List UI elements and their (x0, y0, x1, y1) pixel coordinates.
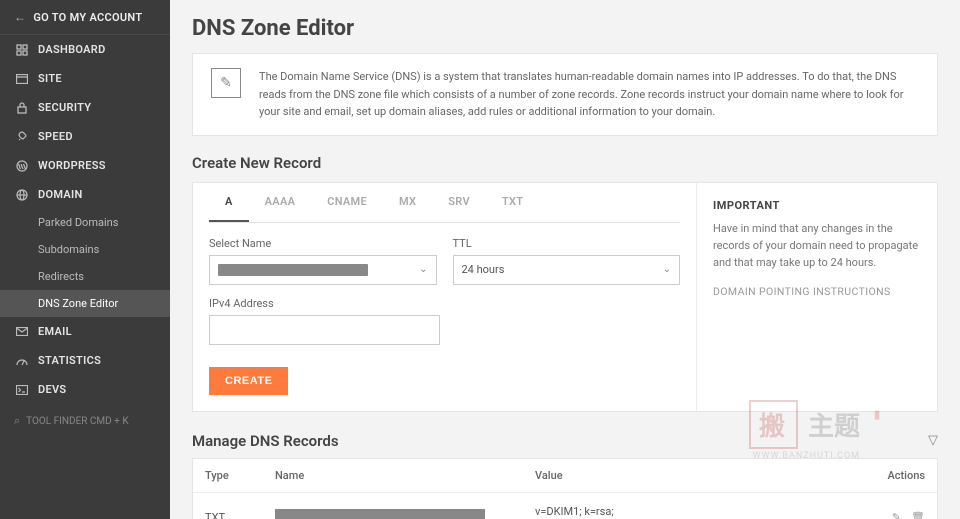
chevron-down-icon: ⌄ (419, 264, 427, 275)
ttl-label: TTL (453, 237, 681, 250)
arrow-left-icon: ← (14, 10, 26, 24)
redacted-value (218, 264, 368, 276)
info-text: The Domain Name Service (DNS) is a syste… (259, 68, 919, 121)
window-icon (14, 73, 30, 85)
col-value: Value (523, 459, 857, 493)
ttl-value: 24 hours (462, 263, 505, 276)
search-icon: ⌕ (14, 414, 20, 428)
sidebar-item-security[interactable]: SECURITY (0, 93, 170, 122)
delete-icon[interactable]: 🗑 (911, 511, 925, 519)
create-button[interactable]: CREATE (209, 367, 288, 395)
sidebar-item-devs[interactable]: DEVS (0, 375, 170, 404)
important-heading: IMPORTANT (713, 199, 921, 212)
select-name-label: Select Name (209, 237, 437, 250)
ipv4-label: IPv4 Address (209, 297, 440, 310)
sidebar-item-label: DOMAIN (38, 188, 83, 201)
tab-aaaa[interactable]: AAAA (249, 183, 312, 222)
ttl-dropdown[interactable]: 24 hours ⌄ (453, 255, 681, 285)
sidebar-item-speed[interactable]: SPEED (0, 122, 170, 151)
sidebar-item-label: STATISTICS (38, 354, 101, 367)
sidebar-item-label: SECURITY (38, 101, 91, 114)
select-name-dropdown[interactable]: ⌄ (209, 255, 437, 285)
sidebar-item-site[interactable]: SITE (0, 64, 170, 93)
col-name: Name (263, 459, 523, 493)
tool-finder[interactable]: ⌕ TOOL FINDER CMD + K (0, 414, 170, 428)
cell-type: TXT (193, 492, 263, 519)
sidebar-item-label: SPEED (38, 130, 73, 143)
create-heading: Create New Record (192, 154, 938, 172)
sidebar-sub-subdomains[interactable]: Subdomains (0, 236, 170, 263)
domain-pointing-link[interactable]: DOMAIN POINTING INSTRUCTIONS (713, 285, 921, 298)
tab-txt[interactable]: TXT (486, 183, 539, 222)
tab-cname[interactable]: CNAME (311, 183, 383, 222)
filter-icon[interactable]: ▽ (928, 433, 938, 448)
terminal-icon (14, 384, 30, 396)
gauge-icon (14, 355, 30, 367)
globe-icon (14, 189, 30, 201)
sidebar-item-label: DASHBOARD (38, 43, 106, 56)
records-table: Type Name Value Actions TXT v=DKIM1; k=r… (193, 459, 937, 519)
important-panel: IMPORTANT Have in mind that any changes … (697, 183, 937, 411)
sidebar-item-label: DEVS (38, 383, 66, 396)
record-type-tabs: A AAAA CNAME MX SRV TXT (209, 183, 680, 223)
create-record-card: A AAAA CNAME MX SRV TXT Select Name ⌄ (192, 182, 938, 412)
go-to-account-link[interactable]: ← GO TO MY ACCOUNT (0, 0, 170, 35)
sidebar-item-label: WORDPRESS (38, 159, 106, 172)
sidebar-item-dashboard[interactable]: DASHBOARD (0, 35, 170, 64)
tab-srv[interactable]: SRV (432, 183, 486, 222)
ipv4-input[interactable] (209, 315, 440, 345)
sidebar-item-label: SITE (38, 72, 62, 85)
sidebar: ← GO TO MY ACCOUNT DASHBOARD SITE SECURI… (0, 0, 170, 519)
edit-icon[interactable]: ✎ (892, 511, 901, 519)
go-to-account-label: GO TO MY ACCOUNT (33, 11, 142, 24)
wordpress-icon (14, 160, 30, 172)
sidebar-sub-parked-domains[interactable]: Parked Domains (0, 209, 170, 236)
create-form: A AAAA CNAME MX SRV TXT Select Name ⌄ (193, 183, 697, 411)
cell-actions: ✎ 🗑 (857, 492, 937, 519)
col-actions: Actions (857, 459, 937, 493)
redacted-value (275, 509, 485, 519)
tab-a[interactable]: A (209, 183, 249, 222)
sidebar-item-label: EMAIL (38, 325, 72, 338)
document-edit-icon (211, 68, 241, 98)
records-table-card: Type Name Value Actions TXT v=DKIM1; k=r… (192, 458, 938, 519)
manage-heading: Manage DNS Records (192, 432, 339, 450)
cell-name (263, 492, 523, 519)
main-content: DNS Zone Editor The Domain Name Service … (170, 0, 960, 519)
col-type: Type (193, 459, 263, 493)
chevron-down-icon: ⌄ (663, 264, 671, 275)
sidebar-item-statistics[interactable]: STATISTICS (0, 346, 170, 375)
lock-icon (14, 102, 30, 114)
mail-icon (14, 326, 30, 338)
grid-icon (14, 44, 30, 56)
rocket-icon (14, 131, 30, 143)
sidebar-sub-dns-zone-editor[interactable]: DNS Zone Editor (0, 290, 170, 317)
info-panel: The Domain Name Service (DNS) is a syste… (192, 53, 938, 136)
tab-mx[interactable]: MX (383, 183, 432, 222)
table-row: TXT v=DKIM1; k=rsa; p=MIGfMA0GCSqGSIb3DQ… (193, 492, 937, 519)
sidebar-sub-redirects[interactable]: Redirects (0, 263, 170, 290)
sidebar-item-wordpress[interactable]: WORDPRESS (0, 151, 170, 180)
important-text: Have in mind that any changes in the rec… (713, 220, 921, 271)
sidebar-item-domain[interactable]: DOMAIN (0, 180, 170, 209)
page-title: DNS Zone Editor (192, 16, 938, 41)
sidebar-item-email[interactable]: EMAIL (0, 317, 170, 346)
cell-value: v=DKIM1; k=rsa; p=MIGfMA0GCSqGSIb3DQEBAQ… (523, 492, 857, 519)
tool-finder-label: TOOL FINDER CMD + K (26, 416, 128, 427)
